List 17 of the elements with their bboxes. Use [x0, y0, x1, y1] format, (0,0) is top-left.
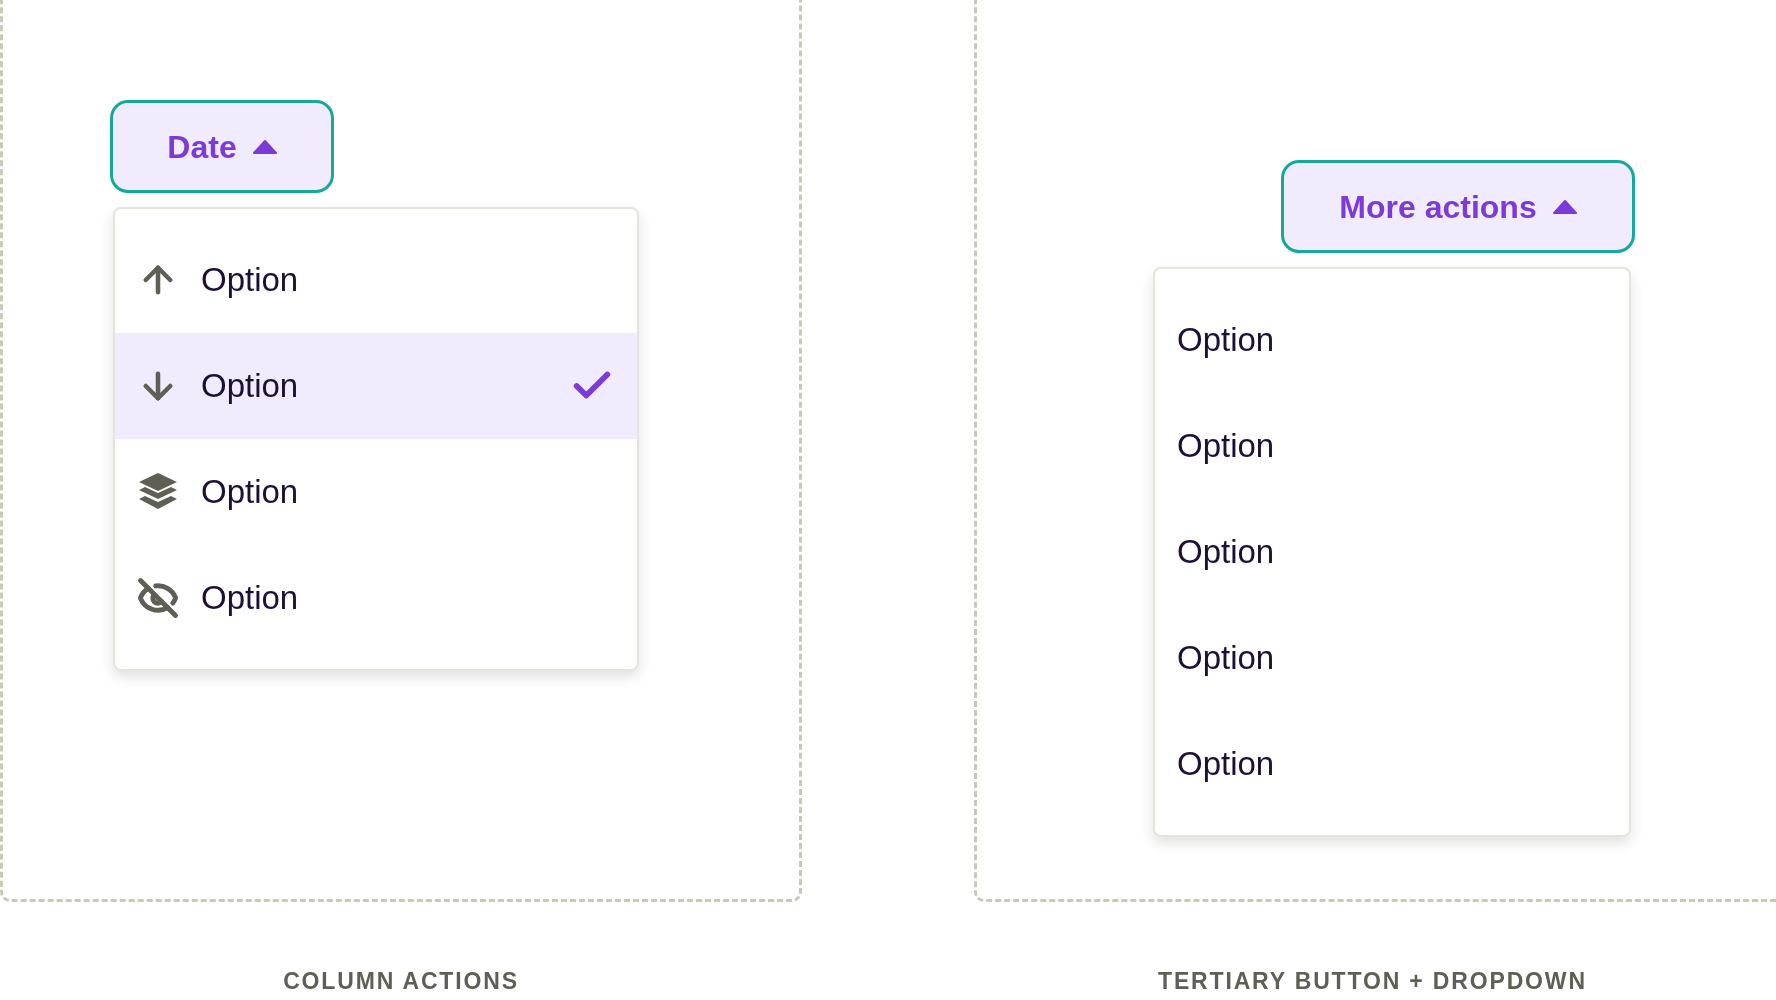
caret-icon [252, 139, 277, 154]
menu-item[interactable]: Option [115, 333, 637, 439]
dropdown-button[interactable]: More actions [1281, 160, 1635, 253]
layers-icon [137, 472, 179, 512]
menu-item[interactable]: Option [1155, 499, 1629, 605]
eye-off-icon [137, 577, 179, 619]
menu-item[interactable]: Option [1155, 393, 1629, 499]
section-caption: TERTIARY BUTTON + DROPDOWN [1158, 967, 1588, 996]
menu-item[interactable]: Option [115, 227, 637, 333]
caret-icon [1552, 199, 1577, 214]
menu-item[interactable]: Option [1155, 287, 1629, 393]
section-caption: COLUMN ACTIONS [283, 967, 519, 996]
menu-item[interactable]: Option [115, 439, 637, 545]
menu-item[interactable]: Option [1155, 605, 1629, 711]
menu-item[interactable]: Option [1155, 711, 1629, 817]
menu-item[interactable]: Option [115, 545, 637, 651]
dropdown-button[interactable]: Date [110, 100, 334, 193]
